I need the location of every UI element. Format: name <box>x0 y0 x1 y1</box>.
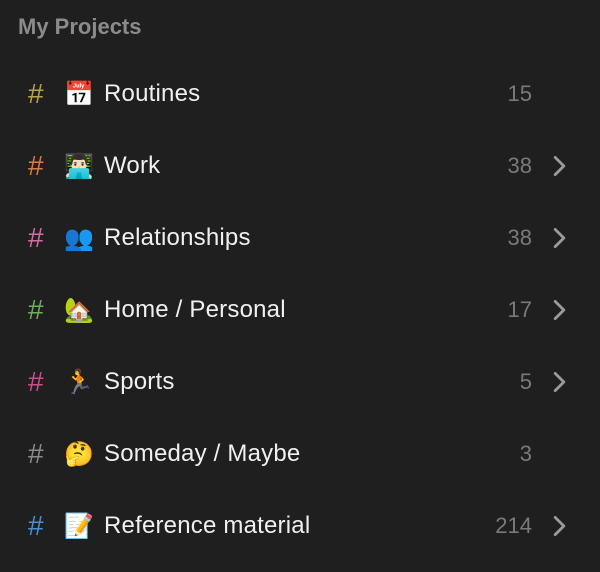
project-emoji: 🤔 <box>64 440 104 469</box>
hash-icon: # <box>28 366 64 398</box>
hash-icon: # <box>28 150 64 182</box>
project-emoji: 🏃 <box>64 368 104 397</box>
project-label: Work <box>104 152 492 180</box>
project-count: 17 <box>492 297 532 323</box>
chevron-right-icon[interactable] <box>536 371 582 393</box>
hash-icon: # <box>28 438 64 470</box>
project-item-relationships[interactable]: # 👥 Relationships 38 <box>0 202 600 274</box>
project-label: Relationships <box>104 224 492 252</box>
project-list: # 📅 Routines 15 # 👨🏻‍💻 Work 38 # 👥 Relat… <box>0 50 600 570</box>
project-emoji: 🏡 <box>64 296 104 325</box>
project-item-routines[interactable]: # 📅 Routines 15 <box>0 58 600 130</box>
project-label: Reference material <box>104 512 492 540</box>
section-header[interactable]: My Projects <box>0 0 600 50</box>
project-emoji: 📅 <box>64 80 104 109</box>
project-count: 15 <box>492 81 532 107</box>
project-item-work[interactable]: # 👨🏻‍💻 Work 38 <box>0 130 600 202</box>
project-item-someday[interactable]: # 🤔 Someday / Maybe 3 <box>0 418 600 490</box>
hash-icon: # <box>28 510 64 542</box>
hash-icon: # <box>28 78 64 110</box>
project-label: Sports <box>104 368 492 396</box>
chevron-right-icon[interactable] <box>536 155 582 177</box>
project-emoji: 👨🏻‍💻 <box>64 152 104 181</box>
project-count: 5 <box>492 369 532 395</box>
project-item-reference[interactable]: # 📝 Reference material 214 <box>0 490 600 562</box>
project-emoji: 📝 <box>64 512 104 541</box>
hash-icon: # <box>28 222 64 254</box>
project-emoji: 👥 <box>64 224 104 253</box>
project-item-sports[interactable]: # 🏃 Sports 5 <box>0 346 600 418</box>
project-label: Home / Personal <box>104 296 492 324</box>
hash-icon: # <box>28 294 64 326</box>
chevron-right-icon[interactable] <box>536 299 582 321</box>
project-count: 3 <box>492 441 532 467</box>
chevron-right-icon[interactable] <box>536 227 582 249</box>
project-count: 38 <box>492 153 532 179</box>
project-label: Someday / Maybe <box>104 440 492 468</box>
project-count: 38 <box>492 225 532 251</box>
project-count: 214 <box>492 513 532 539</box>
project-label: Routines <box>104 80 492 108</box>
project-item-home[interactable]: # 🏡 Home / Personal 17 <box>0 274 600 346</box>
chevron-right-icon[interactable] <box>536 515 582 537</box>
